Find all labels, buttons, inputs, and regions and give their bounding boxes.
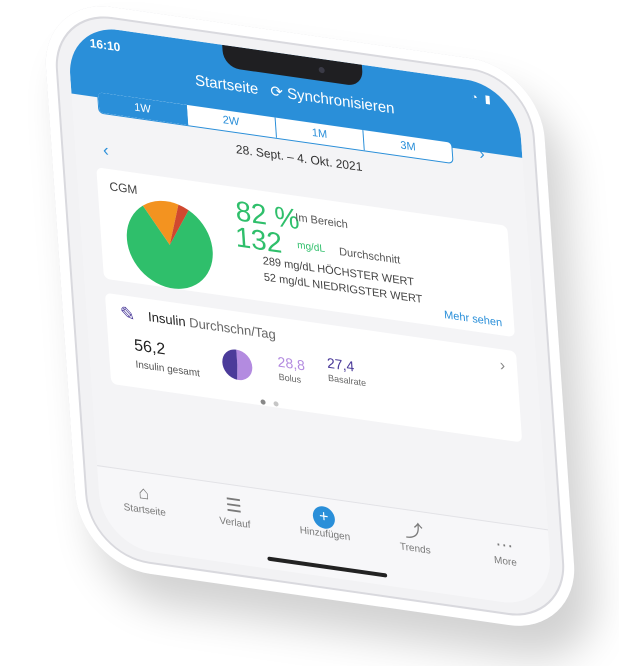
- average-label: Durchschnitt: [338, 245, 401, 267]
- phone-device: 16:10 ◔ ▮ Startseite ⟳ Synchronisieren 1…: [41, 0, 579, 636]
- insulin-pie-slice-basal: [222, 349, 238, 380]
- nav-label: More: [493, 554, 518, 570]
- home-indicator: [267, 556, 388, 578]
- insulin-total-value: 56,2: [133, 336, 166, 359]
- syringe-icon: ✎: [119, 302, 136, 326]
- sync-label: Synchronisieren: [286, 85, 396, 118]
- insulin-total-label: Insulin gesamt: [135, 359, 201, 380]
- page-dot[interactable]: [273, 401, 280, 407]
- phone-screen: 16:10 ◔ ▮ Startseite ⟳ Synchronisieren 1…: [66, 22, 554, 610]
- in-range-label: Im Bereich: [294, 211, 349, 232]
- more-link[interactable]: Mehr sehen: [444, 309, 503, 329]
- sync-button[interactable]: ⟳ Synchronisieren: [270, 83, 395, 118]
- nav-more[interactable]: ··· More: [473, 528, 535, 572]
- bolus-label: Bolus: [278, 371, 302, 385]
- nav-startseite[interactable]: ⌂ Startseite: [113, 476, 175, 520]
- insulin-title-text: Insulin: [147, 308, 187, 330]
- basal-value: 27,4: [326, 354, 355, 375]
- status-time: 16:10: [89, 35, 121, 55]
- nav-trends[interactable]: ⤴ Trends: [383, 515, 445, 559]
- wifi-battery-icon: ◔ ▮: [470, 91, 494, 107]
- scene: 16:10 ◔ ▮ Startseite ⟳ Synchronisieren 1…: [0, 0, 619, 666]
- average-value: 132: [234, 220, 284, 260]
- basal-label: Basalrate: [327, 372, 367, 389]
- nav-verlauf[interactable]: ☰ Verlauf: [203, 489, 265, 533]
- insulin-pie-chart: [222, 349, 253, 381]
- insulin-pie-slice-bolus: [236, 349, 253, 381]
- page-title: Startseite: [194, 71, 259, 99]
- nav-hinzufuegen[interactable]: + Hinzufügen: [293, 502, 355, 544]
- chevron-left-icon[interactable]: ‹: [102, 140, 109, 161]
- chevron-right-icon[interactable]: ›: [499, 357, 506, 376]
- page-dot-active[interactable]: [260, 399, 266, 405]
- insulin-title: Insulin Durchschn/Tag: [148, 309, 277, 342]
- sync-icon: ⟳: [269, 82, 284, 102]
- average-unit: mg/dL: [296, 239, 326, 256]
- bolus-value: 28,8: [277, 353, 306, 374]
- camera-icon: [318, 66, 325, 74]
- bottom-nav: ⌂ Startseite ☰ Verlauf + Hinzufügen ⤴ Tr…: [97, 465, 554, 610]
- page-dots: [260, 391, 284, 412]
- cgm-pie-chart: [126, 200, 213, 289]
- insulin-subtitle: Durchschn/Tag: [188, 314, 277, 343]
- nav-label: Hinzufügen: [299, 524, 351, 544]
